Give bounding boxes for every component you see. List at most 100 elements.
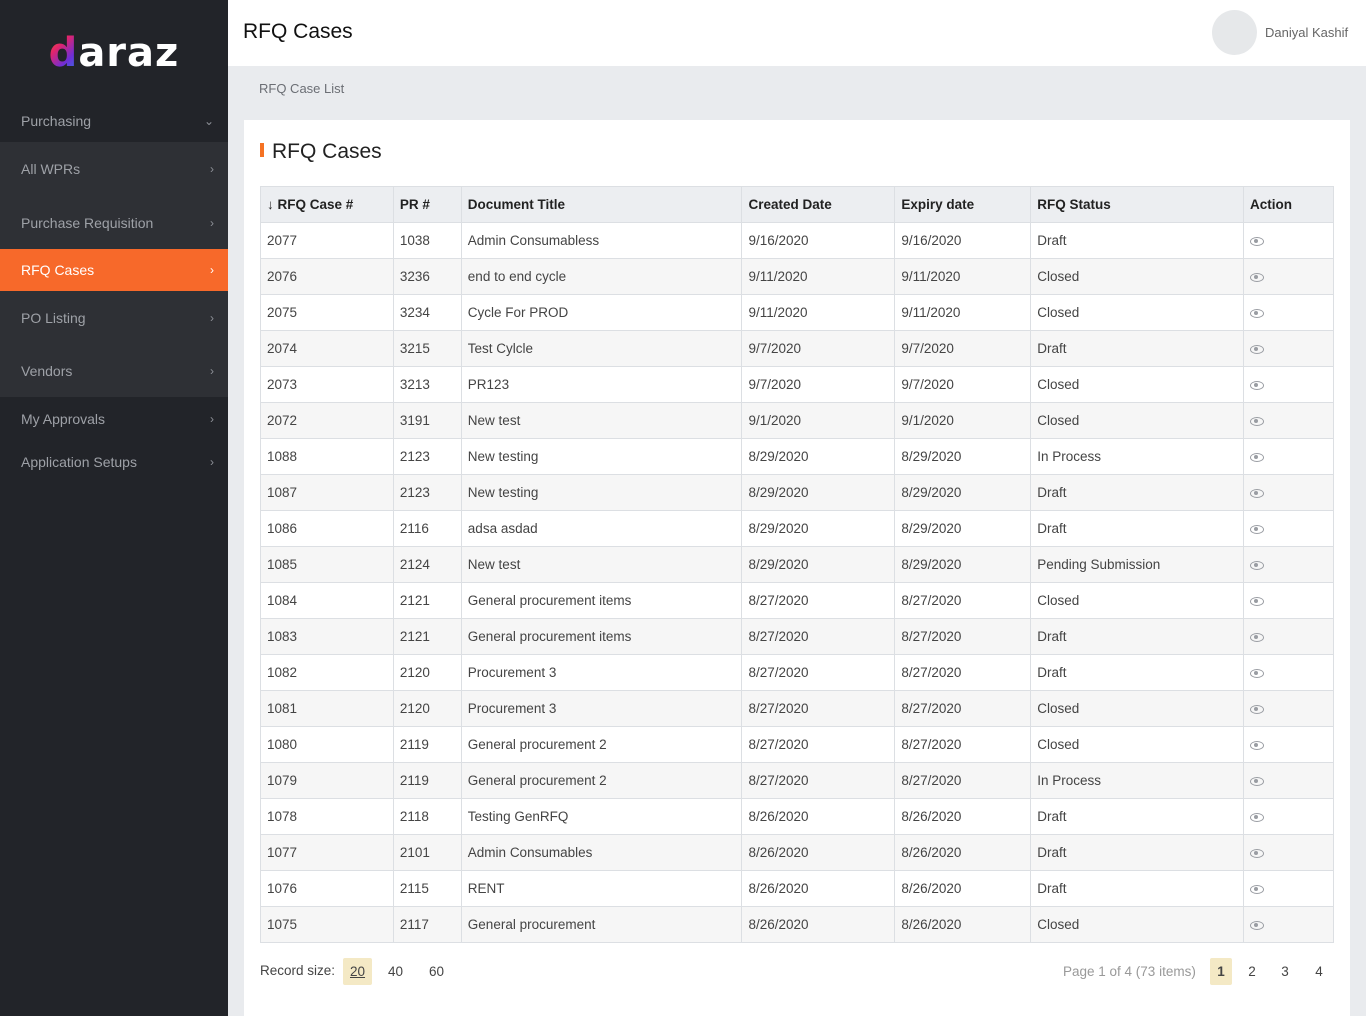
cell-document-title: General procurement items bbox=[460, 582, 743, 619]
daraz-logo[interactable]: daraz bbox=[0, 0, 228, 105]
chevron-right-icon: › bbox=[210, 311, 214, 325]
cell-pr: 1038 bbox=[392, 222, 462, 259]
eye-icon[interactable] bbox=[1250, 884, 1265, 894]
eye-icon[interactable] bbox=[1250, 416, 1265, 426]
cell-expiry-date: 9/11/2020 bbox=[894, 258, 1032, 295]
sidebar-item-rfq-cases[interactable]: RFQ Cases › bbox=[0, 249, 228, 291]
table-row[interactable]: 1075 2117 General procurement 8/26/2020 8/26… bbox=[260, 906, 1334, 943]
eye-icon[interactable] bbox=[1250, 632, 1265, 642]
user-name[interactable]: Daniyal Kashif bbox=[1265, 25, 1348, 40]
eye-icon[interactable] bbox=[1250, 524, 1265, 534]
cell-rfq-status: Closed bbox=[1030, 906, 1245, 943]
table-row[interactable]: 2077 1038 Admin Consumabless 9/16/2020 9/16/… bbox=[260, 222, 1334, 259]
cell-pr: 2116 bbox=[392, 510, 462, 547]
table-row[interactable]: 1085 2124 New test 8/29/2020 8/29/2020 Pendin… bbox=[260, 546, 1334, 583]
rfq-card: RFQ Cases ↓ RFQ Case # PR # Document Tit… bbox=[244, 120, 1350, 1016]
table-row[interactable]: 1083 2121 General procurement items 8/27/20… bbox=[260, 618, 1334, 655]
sidebar-item-vendors[interactable]: Vendors › bbox=[0, 345, 228, 397]
record-size-20[interactable]: 20 bbox=[343, 958, 373, 985]
page-title: RFQ Cases bbox=[243, 20, 353, 43]
sidebar-item-purchase-requisition[interactable]: Purchase Requisition › bbox=[0, 196, 228, 249]
cell-created-date: 9/16/2020 bbox=[741, 222, 896, 259]
column-header-expiry-date[interactable]: Expiry date bbox=[894, 186, 1032, 223]
page-4-button[interactable]: 4 bbox=[1308, 958, 1330, 985]
cell-rfq-status: In Process bbox=[1030, 438, 1245, 475]
table-row[interactable]: 2076 3236 end to end cycle 9/11/2020 9/11/20… bbox=[260, 258, 1334, 295]
column-header-rfq-status[interactable]: RFQ Status bbox=[1030, 186, 1245, 223]
eye-icon[interactable] bbox=[1250, 560, 1265, 570]
cell-expiry-date: 8/27/2020 bbox=[894, 690, 1032, 727]
table-row[interactable]: 2075 3234 Cycle For PROD 9/11/2020 9/11/2020… bbox=[260, 294, 1334, 331]
sidebar-item-application-setups[interactable]: Application Setups › bbox=[0, 440, 228, 483]
eye-icon[interactable] bbox=[1250, 812, 1265, 822]
eye-icon[interactable] bbox=[1250, 596, 1265, 606]
table-row[interactable]: 1081 2120 Procurement 3 8/27/2020 8/27/2020 C… bbox=[260, 690, 1334, 727]
chevron-right-icon: › bbox=[210, 215, 214, 230]
cell-action bbox=[1243, 834, 1334, 871]
table-row[interactable]: 1087 2123 New testing 8/29/2020 8/29/2020 Dra… bbox=[260, 474, 1334, 511]
cell-rfq-status: Closed bbox=[1030, 294, 1245, 331]
sidebar-item-label: Purchase Requisition bbox=[21, 214, 154, 231]
column-header-pr[interactable]: PR # bbox=[392, 186, 462, 223]
page-2-button[interactable]: 2 bbox=[1241, 958, 1263, 985]
eye-icon[interactable] bbox=[1250, 704, 1265, 714]
eye-icon[interactable] bbox=[1250, 740, 1265, 750]
column-header-document-title[interactable]: Document Title bbox=[460, 186, 743, 223]
sidebar-item-my-approvals[interactable]: My Approvals › bbox=[0, 397, 228, 440]
cell-pr: 2101 bbox=[392, 834, 462, 871]
eye-icon[interactable] bbox=[1250, 920, 1265, 930]
column-header-rfq-case[interactable]: ↓ RFQ Case # bbox=[260, 186, 394, 223]
cell-action bbox=[1243, 582, 1334, 619]
sidebar-item-label: My Approvals bbox=[21, 410, 106, 427]
eye-icon[interactable] bbox=[1250, 848, 1265, 858]
sidebar-item-label: RFQ Cases bbox=[21, 262, 95, 278]
table-row[interactable]: 1076 2115 RENT 8/26/2020 8/26/2020 Draft bbox=[260, 870, 1334, 907]
eye-icon[interactable] bbox=[1250, 380, 1265, 390]
table-row[interactable]: 2073 3213 PR123 9/7/2020 9/7/2020 Closed bbox=[260, 366, 1334, 403]
cell-created-date: 8/26/2020 bbox=[741, 798, 896, 835]
cell-rfq-case: 1077 bbox=[260, 834, 394, 871]
cell-created-date: 8/27/2020 bbox=[741, 654, 896, 691]
eye-icon[interactable] bbox=[1250, 308, 1265, 318]
eye-icon[interactable] bbox=[1250, 452, 1265, 462]
cell-document-title: Admin Consumabless bbox=[460, 222, 743, 259]
eye-icon[interactable] bbox=[1250, 344, 1265, 354]
cell-rfq-status: Draft bbox=[1030, 834, 1245, 871]
sidebar-item-label: Application Setups bbox=[21, 453, 137, 470]
eye-icon[interactable] bbox=[1250, 776, 1265, 786]
page-3-button[interactable]: 3 bbox=[1274, 958, 1296, 985]
cell-action bbox=[1243, 870, 1334, 907]
table-row[interactable]: 1088 2123 New testing 8/29/2020 8/29/2020 In … bbox=[260, 438, 1334, 475]
avatar[interactable] bbox=[1212, 10, 1257, 55]
table-row[interactable]: 1086 2116 adsa asdad 8/29/2020 8/29/2020 Draf… bbox=[260, 510, 1334, 547]
eye-icon[interactable] bbox=[1250, 272, 1265, 282]
cell-action bbox=[1243, 726, 1334, 763]
sidebar-item-all-wprs[interactable]: All WPRs › bbox=[0, 142, 228, 196]
cell-rfq-status: Draft bbox=[1030, 618, 1245, 655]
cell-action bbox=[1243, 366, 1334, 403]
table-row[interactable]: 1082 2120 Procurement 3 8/27/2020 8/27/2020 D… bbox=[260, 654, 1334, 691]
eye-icon[interactable] bbox=[1250, 236, 1265, 246]
cell-pr: 2124 bbox=[392, 546, 462, 583]
eye-icon[interactable] bbox=[1250, 668, 1265, 678]
table-row[interactable]: 1084 2121 General procurement items 8/27/20… bbox=[260, 582, 1334, 619]
table-row[interactable]: 1079 2119 General procurement 2 8/27/2020 8/… bbox=[260, 762, 1334, 799]
table-row[interactable]: 1080 2119 General procurement 2 8/27/2020 8/… bbox=[260, 726, 1334, 763]
cell-rfq-status: Closed bbox=[1030, 258, 1245, 295]
cell-rfq-case: 1082 bbox=[260, 654, 394, 691]
page-1-button[interactable]: 1 bbox=[1210, 958, 1232, 985]
table-row[interactable]: 1077 2101 Admin Consumables 8/26/2020 8/26/2… bbox=[260, 834, 1334, 871]
table-row[interactable]: 2074 3215 Test Cylcle 9/7/2020 9/7/2020 Draft bbox=[260, 330, 1334, 367]
table-row[interactable]: 1078 2118 Testing GenRFQ 8/26/2020 8/26/2020… bbox=[260, 798, 1334, 835]
cell-rfq-status: Closed bbox=[1030, 726, 1245, 763]
sidebar-item-po-listing[interactable]: PO Listing › bbox=[0, 291, 228, 345]
record-size-40[interactable]: 40 bbox=[381, 958, 410, 985]
cell-pr: 2121 bbox=[392, 618, 462, 655]
record-size-60[interactable]: 60 bbox=[422, 958, 451, 985]
top-bar: RFQ Cases Daniyal Kashif bbox=[228, 0, 1366, 66]
column-header-created-date[interactable]: Created Date bbox=[741, 186, 896, 223]
table-row[interactable]: 2072 3191 New test 9/1/2020 9/1/2020 Closed bbox=[260, 402, 1334, 439]
eye-icon[interactable] bbox=[1250, 488, 1265, 498]
sidebar-item-purchasing[interactable]: Purchasing ⌄ bbox=[0, 100, 228, 142]
cell-rfq-case: 2075 bbox=[260, 294, 394, 331]
